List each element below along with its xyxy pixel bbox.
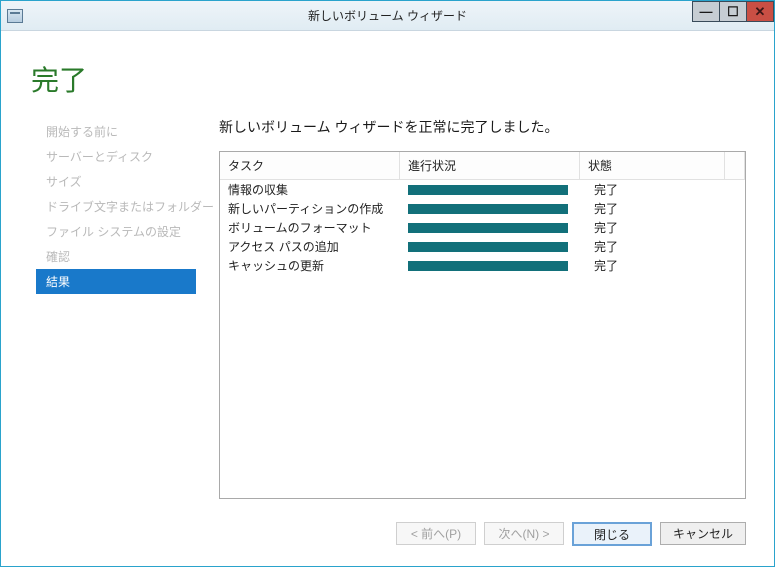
column-header-spacer <box>725 152 745 179</box>
table-row: アクセス パスの追加 完了 <box>220 237 745 256</box>
sidebar-item-confirm: 確認 <box>36 244 196 269</box>
progress-cell <box>408 242 588 252</box>
task-cell: アクセス パスの追加 <box>228 238 408 255</box>
titlebar: 新しいボリューム ウィザード — ☐ ✕ <box>1 1 774 31</box>
sidebar-item-filesystem: ファイル システムの設定 <box>36 219 196 244</box>
task-cell: 新しいパーティションの作成 <box>228 200 408 217</box>
sidebar-item-drive-letter: ドライブ文字またはフォルダー <box>36 194 196 219</box>
minimize-button[interactable]: — <box>692 1 720 22</box>
results-header: タスク 進行状況 状態 <box>220 152 745 180</box>
status-cell: 完了 <box>588 200 737 217</box>
app-icon <box>7 9 23 23</box>
close-wizard-button[interactable]: 閉じる <box>572 522 652 546</box>
sidebar-item-results[interactable]: 結果 <box>36 269 196 294</box>
task-cell: キャッシュの更新 <box>228 257 408 274</box>
page-title: 完了 <box>31 59 87 99</box>
table-row: 情報の収集 完了 <box>220 180 745 199</box>
progress-bar-icon <box>408 185 568 195</box>
table-row: 新しいパーティションの作成 完了 <box>220 199 745 218</box>
column-header-status[interactable]: 状態 <box>580 152 725 179</box>
prev-button: < 前へ(P) <box>396 522 476 545</box>
progress-bar-icon <box>408 242 568 252</box>
maximize-button[interactable]: ☐ <box>719 1 747 22</box>
next-button: 次へ(N) > <box>484 522 564 545</box>
progress-cell <box>408 185 588 195</box>
status-cell: 完了 <box>588 219 737 236</box>
results-body: 情報の収集 完了 新しいパーティションの作成 完了 ボリュームのフォーマット 完… <box>220 180 745 275</box>
cancel-button[interactable]: キャンセル <box>660 522 746 545</box>
task-cell: 情報の収集 <box>228 181 408 198</box>
results-table: タスク 進行状況 状態 情報の収集 完了 新しいパーティションの作成 完了 ボリ… <box>219 151 746 499</box>
table-row: ボリュームのフォーマット 完了 <box>220 218 745 237</box>
progress-cell <box>408 261 588 271</box>
status-cell: 完了 <box>588 257 737 274</box>
wizard-steps-sidebar: 開始する前に サーバーとディスク サイズ ドライブ文字またはフォルダー ファイル… <box>36 119 196 294</box>
progress-bar-icon <box>408 204 568 214</box>
completion-heading: 新しいボリューム ウィザードを正常に完了しました。 <box>219 117 746 137</box>
progress-cell <box>408 204 588 214</box>
status-cell: 完了 <box>588 238 737 255</box>
content-area: 完了 開始する前に サーバーとディスク サイズ ドライブ文字またはフォルダー フ… <box>1 31 774 566</box>
sidebar-item-size: サイズ <box>36 169 196 194</box>
sidebar-item-before-begin: 開始する前に <box>36 119 196 144</box>
window-controls: — ☐ ✕ <box>693 1 774 22</box>
column-header-task[interactable]: タスク <box>220 152 400 179</box>
window-title: 新しいボリューム ウィザード <box>308 7 467 24</box>
status-cell: 完了 <box>588 181 737 198</box>
column-header-progress[interactable]: 進行状況 <box>400 152 580 179</box>
progress-bar-icon <box>408 261 568 271</box>
task-cell: ボリュームのフォーマット <box>228 219 408 236</box>
progress-cell <box>408 223 588 233</box>
table-row: キャッシュの更新 完了 <box>220 256 745 275</box>
main-panel: 新しいボリューム ウィザードを正常に完了しました。 タスク 進行状況 状態 情報… <box>219 117 746 499</box>
button-bar: < 前へ(P) 次へ(N) > 閉じる キャンセル <box>396 522 746 546</box>
sidebar-item-server-disk: サーバーとディスク <box>36 144 196 169</box>
progress-bar-icon <box>408 223 568 233</box>
close-button[interactable]: ✕ <box>746 1 774 22</box>
